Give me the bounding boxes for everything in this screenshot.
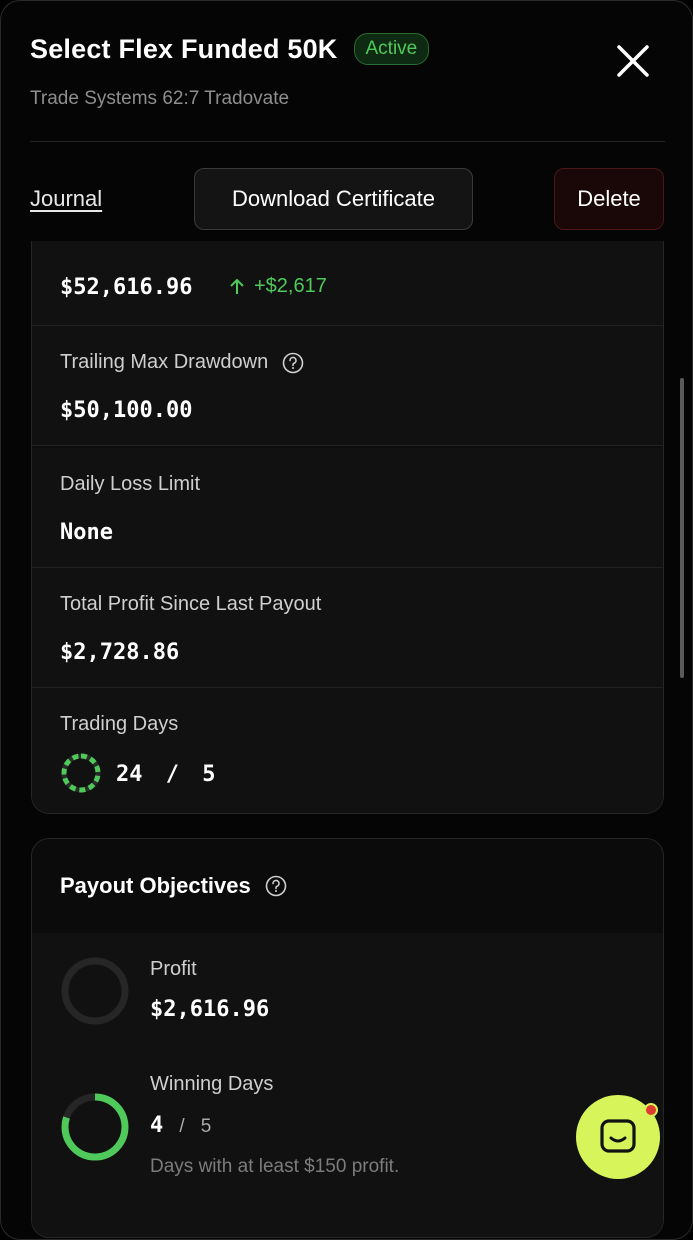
total-profit-row: Total Profit Since Last Payout $2,728.86: [32, 568, 663, 688]
help-circle-icon[interactable]: [282, 352, 304, 374]
status-badge: Active: [353, 33, 430, 65]
balance-delta-value: +$2,617: [254, 275, 327, 297]
journal-link[interactable]: Journal: [30, 186, 102, 212]
trading-days-separator: /: [165, 762, 179, 787]
winning-days-row: Winning Days 4 / 5 Days with at least $1…: [32, 1049, 663, 1237]
title-row: Select Flex Funded 50K Active: [30, 33, 430, 65]
trading-days-current: 24: [116, 762, 143, 787]
winning-days-count: 4 / 5: [150, 1112, 211, 1138]
total-profit-value: $2,728.86: [60, 640, 180, 665]
payout-objectives-card: Payout Objectives Profit $2,616.96 Winni…: [31, 838, 664, 1238]
chat-icon: [600, 1119, 636, 1153]
trailing-drawdown-row: Trailing Max Drawdown $50,100.00: [32, 326, 663, 446]
payout-objectives-title-text: Payout Objectives: [60, 873, 251, 898]
profit-objective-value: $2,616.96: [150, 997, 270, 1022]
account-subtitle: Trade Systems 62:7 Tradovate: [30, 88, 290, 109]
trading-days-row: Trading Days 24 / 5: [32, 688, 663, 813]
payout-objectives-title: Payout Objectives: [60, 873, 287, 899]
notification-dot: [644, 1103, 658, 1117]
trailing-drawdown-label: Trailing Max Drawdown: [60, 351, 304, 374]
arrow-up-icon: [230, 278, 244, 294]
header-divider: [30, 141, 665, 142]
close-icon: [617, 45, 649, 77]
page-title: Select Flex Funded 50K: [30, 33, 338, 64]
trading-days-label: Trading Days: [60, 713, 179, 735]
balance-delta: +$2,617: [228, 275, 327, 298]
winning-days-target: 5: [200, 1116, 212, 1137]
trading-days-count: 24 / 5: [116, 762, 216, 787]
winning-days-note: Days with at least $150 profit.: [150, 1156, 400, 1177]
winning-days-separator: /: [179, 1116, 185, 1137]
help-circle-icon[interactable]: [265, 875, 287, 897]
balance-row: $52,616.96 +$2,617: [32, 241, 663, 326]
close-button[interactable]: [615, 43, 651, 79]
daily-loss-label: Daily Loss Limit: [60, 473, 201, 495]
profit-progress-ring: [61, 957, 129, 1025]
daily-loss-value: None: [60, 520, 113, 545]
trailing-drawdown-value: $50,100.00: [60, 398, 193, 423]
winning-days-progress-ring: [61, 1093, 129, 1161]
payout-objectives-header: Payout Objectives: [32, 839, 663, 934]
trading-days-progress-ring: [61, 753, 101, 793]
trading-days-target: 5: [202, 762, 216, 787]
scrollbar[interactable]: [680, 378, 684, 678]
account-details-modal: Select Flex Funded 50K Active Trade Syst…: [0, 0, 693, 1240]
trailing-drawdown-label-text: Trailing Max Drawdown: [60, 351, 269, 373]
daily-loss-row: Daily Loss Limit None: [32, 448, 663, 568]
total-profit-label: Total Profit Since Last Payout: [60, 593, 322, 615]
download-certificate-button[interactable]: Download Certificate: [194, 168, 473, 230]
profit-objective-label: Profit: [150, 958, 197, 980]
balance-value: $52,616.96: [60, 275, 193, 300]
delete-button[interactable]: Delete: [554, 168, 664, 230]
profit-objective-row: Profit $2,616.96: [32, 933, 663, 1050]
account-stats-card: $52,616.96 +$2,617 Trailing Max Drawdown…: [31, 241, 664, 814]
winning-days-current: 4: [150, 1113, 164, 1138]
winning-days-label: Winning Days: [150, 1073, 274, 1095]
